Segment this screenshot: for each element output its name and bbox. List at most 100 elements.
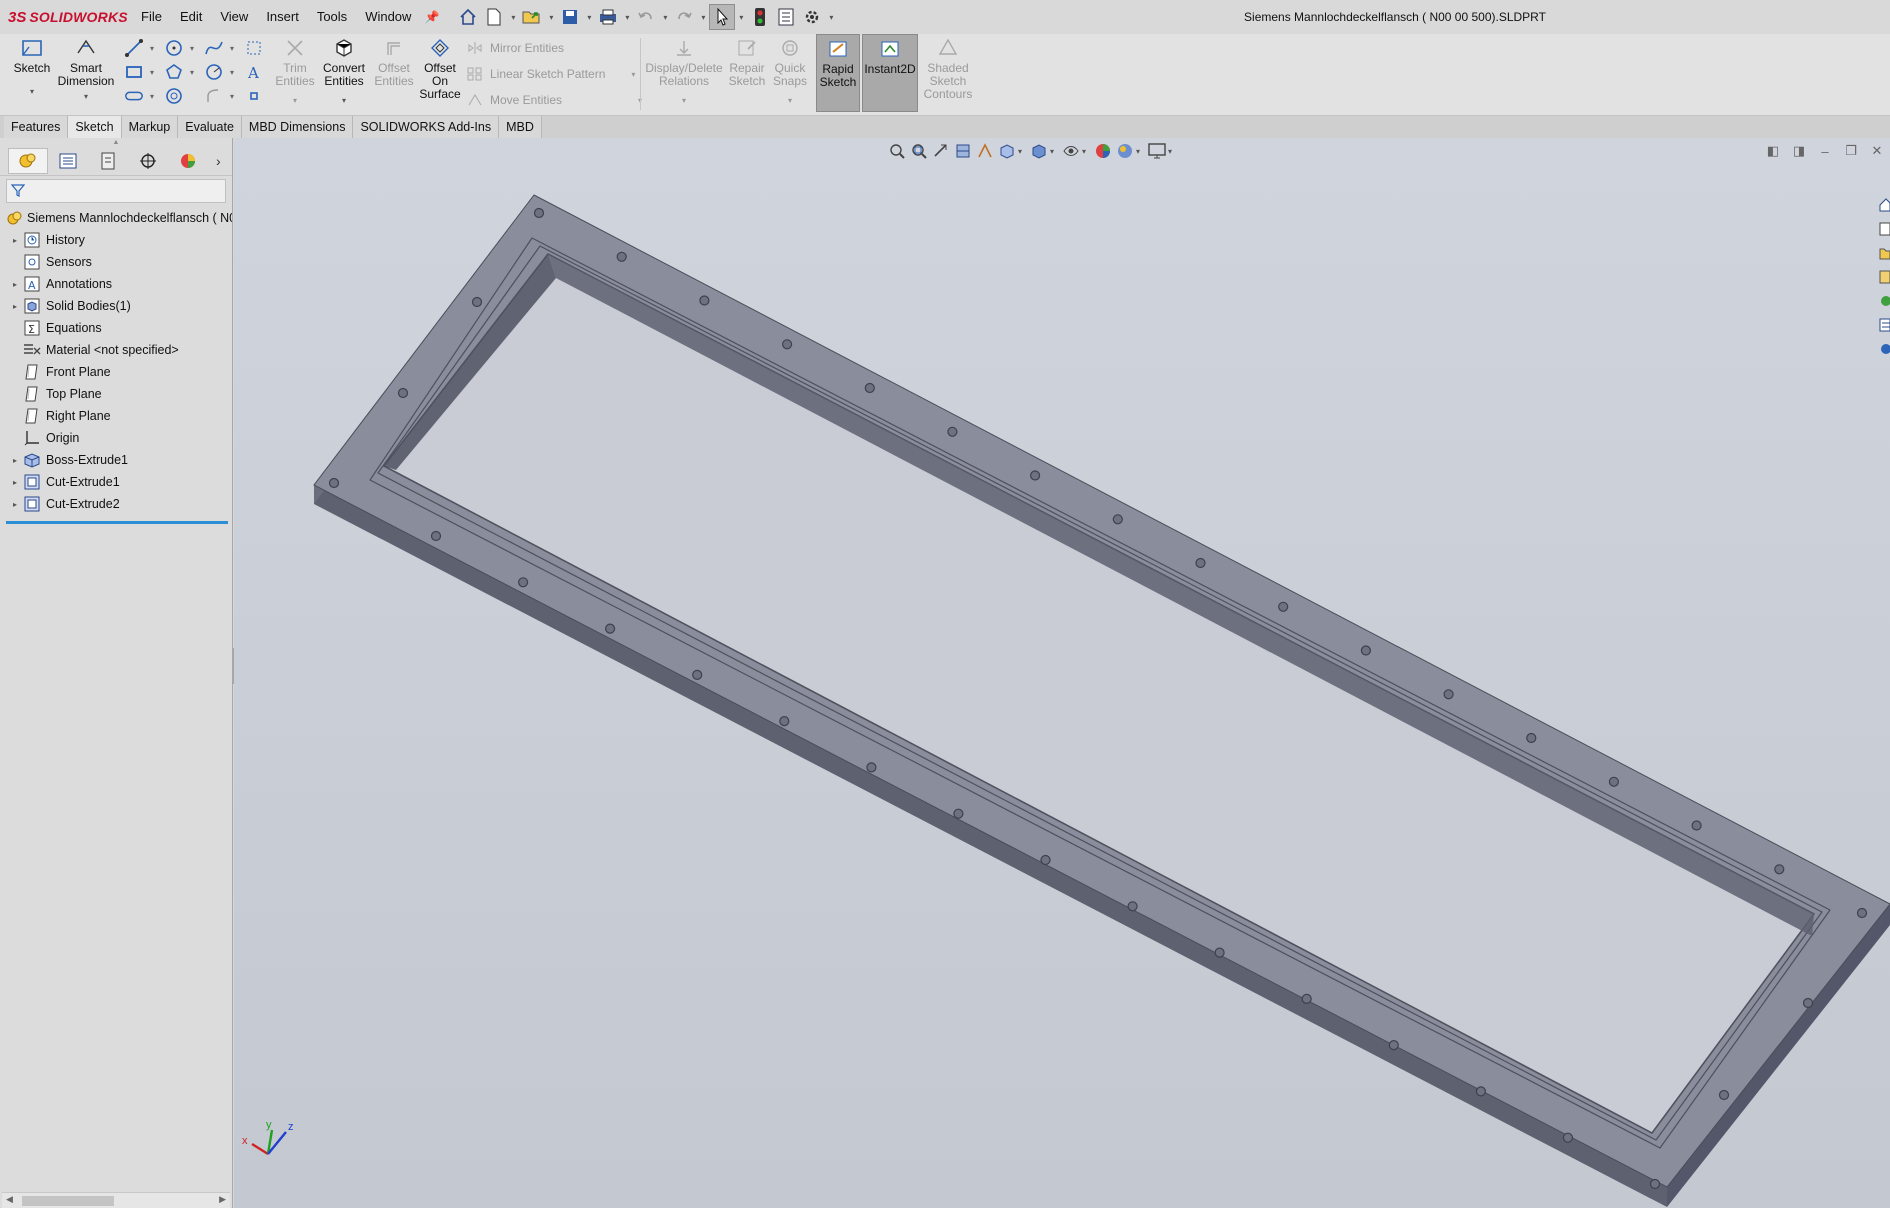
display-delete-relations-button[interactable]: Display/Delete Relations ▾: [644, 36, 724, 107]
display-manager-icon[interactable]: [168, 148, 208, 174]
3dexperience-marketplace-icon[interactable]: [1876, 337, 1890, 361]
repair-sketch-button[interactable]: Repair Sketch: [726, 36, 768, 88]
horizontal-scrollbar[interactable]: ◀ ▶: [2, 1192, 230, 1208]
graphics-area[interactable]: ▾ ▾ ▾ ▾ ▾ ◧ ◨ – ❐ ✕ x y z: [234, 138, 1890, 1208]
instant2d-button[interactable]: Instant2D: [862, 34, 918, 112]
more-tabs-chevron-icon[interactable]: ›: [216, 153, 221, 169]
tree-item-cut-extrude1[interactable]: ▸ Cut-Extrude1: [0, 471, 232, 493]
menu-window[interactable]: Window: [356, 0, 420, 34]
line-icon[interactable]: [124, 38, 144, 58]
tree-item-right-plane[interactable]: Right Plane: [0, 405, 232, 427]
offset-entities-button[interactable]: Offset Entities: [372, 36, 416, 88]
shaded-sketch-contours-button[interactable]: Shaded Sketch Contours: [920, 36, 976, 101]
menu-insert[interactable]: Insert: [257, 0, 308, 34]
custom-properties-icon[interactable]: [1876, 313, 1890, 337]
trim-entities-button[interactable]: Trim Entities ▾: [274, 36, 316, 107]
rollback-bar[interactable]: [6, 521, 228, 524]
line-dropdown-arrow[interactable]: ▾: [150, 44, 154, 53]
display-style-icon[interactable]: [1028, 140, 1050, 162]
rectangle-icon[interactable]: [124, 62, 144, 82]
expand-arrow-icon[interactable]: ▸: [8, 236, 22, 245]
edit-appearance-icon[interactable]: [1092, 140, 1114, 162]
options-dropdown-arrow[interactable]: ▾: [825, 13, 837, 22]
sketch-dropdown-arrow[interactable]: ▾: [30, 85, 34, 98]
close-icon[interactable]: ✕: [1864, 143, 1890, 159]
hide-show-items-icon[interactable]: [1060, 140, 1082, 162]
configuration-manager-icon[interactable]: [88, 148, 128, 174]
linear-sketch-pattern-button[interactable]: Linear Sketch Pattern ▾: [466, 66, 635, 82]
offset-on-surface-button[interactable]: Offset On Surface: [418, 36, 462, 101]
convert-entities-button[interactable]: Convert Entities ▾: [318, 36, 370, 107]
scroll-left-arrow-icon[interactable]: ◀: [6, 1194, 13, 1205]
expand-arrow-icon[interactable]: ▸: [8, 302, 22, 311]
save-dropdown-arrow[interactable]: ▾: [583, 13, 595, 22]
ellipse-icon[interactable]: [164, 86, 184, 106]
solidworks-resources-icon[interactable]: [1876, 193, 1890, 217]
zoom-to-area-icon[interactable]: [908, 140, 930, 162]
rebuild-icon[interactable]: [747, 4, 773, 30]
dimxpert-manager-icon[interactable]: [128, 148, 168, 174]
apply-scene-icon[interactable]: [1114, 140, 1136, 162]
tree-item-front-plane[interactable]: Front Plane: [0, 361, 232, 383]
spline-icon[interactable]: [204, 38, 224, 58]
relations-dropdown-arrow[interactable]: ▾: [682, 94, 686, 107]
section-view-icon[interactable]: [952, 140, 974, 162]
circle-dropdown-arrow[interactable]: ▾: [190, 44, 194, 53]
smart-dimension-button[interactable]: Smart Dimension ▾: [56, 36, 116, 103]
tree-item-boss-extrude1[interactable]: ▸ Boss-Extrude1: [0, 449, 232, 471]
tile-left-icon[interactable]: ◧: [1760, 143, 1786, 159]
view-palette-icon[interactable]: [1876, 265, 1890, 289]
menu-file[interactable]: File: [132, 0, 171, 34]
menu-tools[interactable]: Tools: [308, 0, 356, 34]
tree-filter-field[interactable]: [6, 179, 226, 203]
property-manager-icon[interactable]: [48, 148, 88, 174]
select-dropdown-arrow[interactable]: ▾: [735, 13, 747, 22]
smart-dimension-dropdown-arrow[interactable]: ▾: [84, 90, 88, 103]
trim-dropdown-arrow[interactable]: ▾: [293, 94, 297, 107]
undo-icon[interactable]: [633, 4, 659, 30]
design-library-icon[interactable]: [1876, 217, 1890, 241]
sketch-fillet-icon[interactable]: [244, 38, 264, 58]
menu-edit[interactable]: Edit: [171, 0, 211, 34]
tree-item-top-plane[interactable]: Top Plane: [0, 383, 232, 405]
sketch-button[interactable]: Sketch ▾: [10, 36, 54, 98]
tree-root-part[interactable]: Siemens Mannlochdeckelflansch ( N00 00 5…: [0, 207, 232, 229]
tree-item-origin[interactable]: Origin: [0, 427, 232, 449]
tab-evaluate[interactable]: Evaluate: [178, 116, 242, 138]
minimize-icon[interactable]: –: [1812, 144, 1838, 159]
scroll-right-arrow-icon[interactable]: ▶: [219, 1194, 226, 1205]
feature-manager-icon[interactable]: [8, 147, 48, 174]
select-icon[interactable]: [709, 4, 736, 30]
view-settings-dropdown-arrow[interactable]: ▾: [1168, 147, 1178, 156]
point-icon[interactable]: [244, 86, 264, 106]
arc-icon[interactable]: [204, 62, 224, 82]
restore-icon[interactable]: ❐: [1838, 143, 1864, 159]
tab-markup[interactable]: Markup: [121, 116, 179, 138]
redo-dropdown-arrow[interactable]: ▾: [697, 13, 709, 22]
rectangle-dropdown-arrow[interactable]: ▾: [150, 68, 154, 77]
dynamic-annotation-icon[interactable]: [974, 140, 996, 162]
expand-arrow-icon[interactable]: ▸: [8, 456, 22, 465]
spline-dropdown-arrow[interactable]: ▾: [230, 44, 234, 53]
file-explorer-icon[interactable]: [1876, 241, 1890, 265]
solidworks-logo[interactable]: 3S SOLIDWORKS: [0, 0, 132, 34]
slot-dropdown-arrow[interactable]: ▾: [150, 92, 154, 101]
text-icon[interactable]: A: [244, 62, 264, 82]
new-document-icon[interactable]: [481, 4, 507, 30]
appearances-scenes-icon[interactable]: [1876, 289, 1890, 313]
panel-grip[interactable]: ▲: [0, 138, 232, 146]
view-orientation-dropdown-arrow[interactable]: ▾: [1018, 147, 1028, 156]
expand-arrow-icon[interactable]: ▸: [8, 280, 22, 289]
file-properties-icon[interactable]: [773, 4, 799, 30]
fillet-dropdown-arrow[interactable]: ▾: [230, 92, 234, 101]
expand-arrow-icon[interactable]: ▸: [8, 500, 22, 509]
mirror-entities-button[interactable]: Mirror Entities: [466, 40, 564, 56]
quick-snaps-button[interactable]: Quick Snaps ▾: [770, 36, 810, 107]
hide-show-dropdown-arrow[interactable]: ▾: [1082, 147, 1092, 156]
linear-pattern-dropdown-arrow[interactable]: ▾: [631, 70, 635, 79]
print-dropdown-arrow[interactable]: ▾: [621, 13, 633, 22]
print-icon[interactable]: [595, 4, 621, 30]
quick-snaps-dropdown-arrow[interactable]: ▾: [788, 94, 792, 107]
home-icon[interactable]: [455, 4, 481, 30]
display-style-dropdown-arrow[interactable]: ▾: [1050, 147, 1060, 156]
